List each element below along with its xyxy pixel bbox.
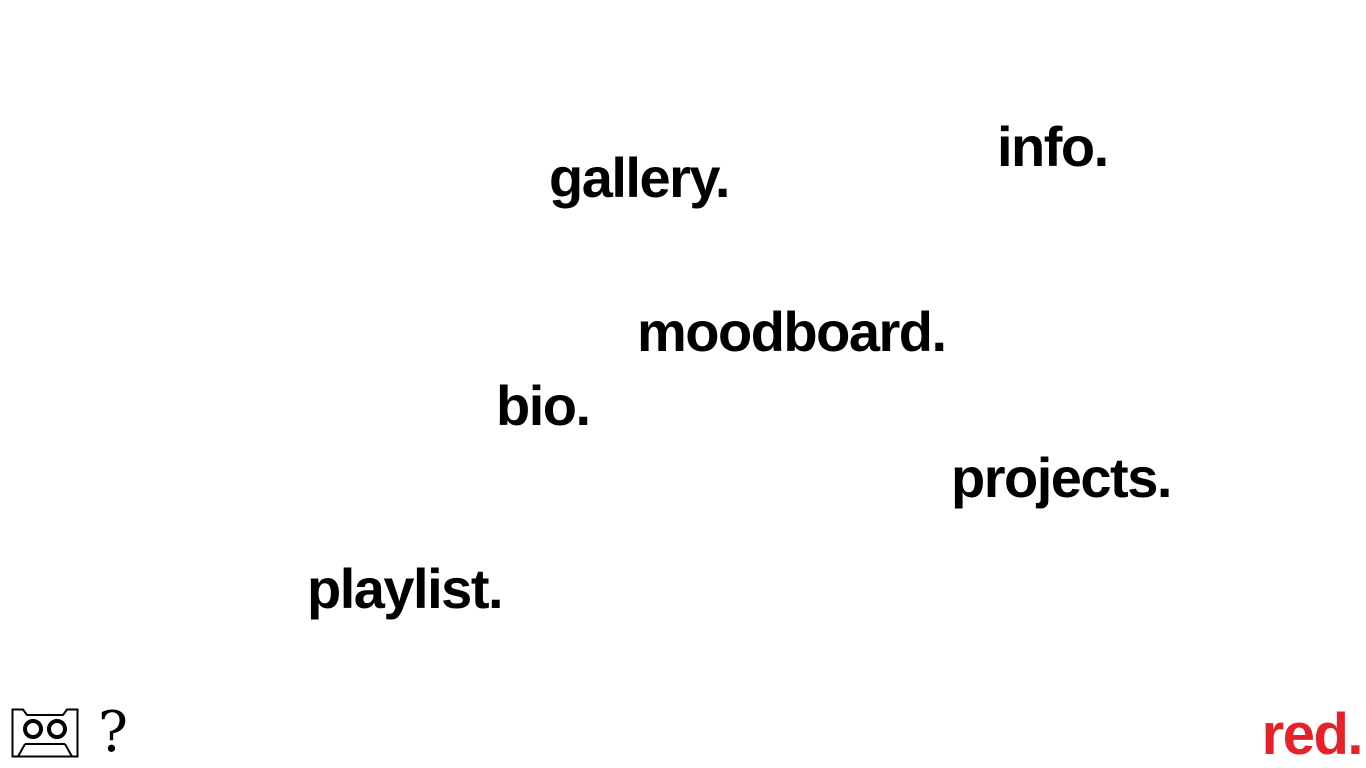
nav-link-gallery[interactable]: gallery. [549, 150, 730, 206]
nav-link-moodboard[interactable]: moodboard. [637, 304, 947, 360]
nav-link-info[interactable]: info. [997, 119, 1109, 175]
nav-link-bio[interactable]: bio. [496, 378, 591, 434]
cassette-icon [11, 708, 79, 758]
help-button[interactable]: ? [98, 704, 130, 762]
brand-logo: red. [1261, 702, 1364, 767]
page: info. gallery. moodboard. bio. projects.… [0, 0, 1366, 768]
nav-link-playlist[interactable]: playlist. [307, 561, 504, 617]
nav-link-projects[interactable]: projects. [951, 450, 1172, 506]
cassette-button[interactable] [11, 708, 79, 758]
